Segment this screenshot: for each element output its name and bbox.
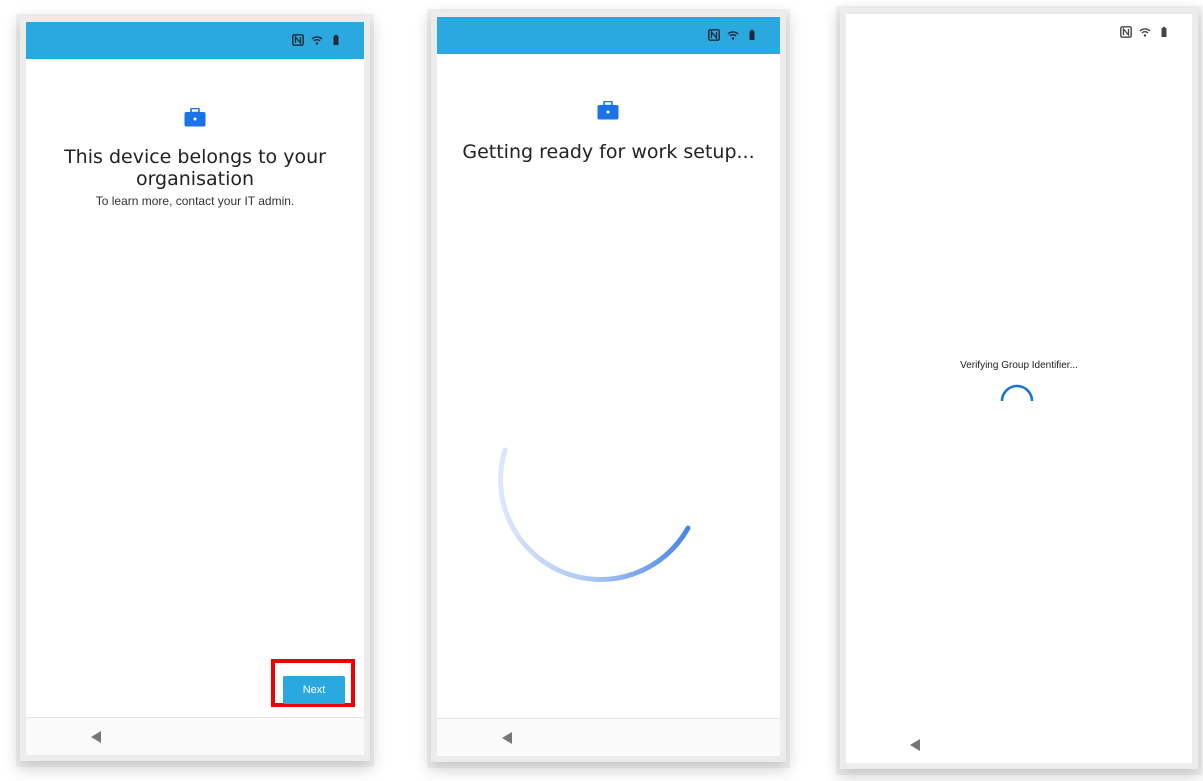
battery-icon [333, 34, 339, 45]
battery-icon [749, 29, 755, 40]
back-icon[interactable] [502, 732, 512, 744]
nfc-icon [292, 34, 304, 46]
page-title: Getting ready for work setup... [462, 141, 755, 163]
nfc-icon [1120, 26, 1132, 38]
small-loading-spinner [1000, 384, 1034, 402]
briefcase-icon [184, 108, 206, 127]
screen-getting-ready: Getting ready for work setup... [437, 17, 780, 756]
status-icons [292, 34, 342, 46]
page-title-line2: organisation [135, 168, 255, 190]
next-button[interactable]: Next [283, 676, 345, 704]
navigation-bar [26, 717, 364, 755]
page-subtitle: To learn more, contact your IT admin. [95, 194, 295, 208]
verifying-message: Verifying Group Identifier... [960, 360, 1078, 371]
loading-spinner [498, 447, 691, 582]
status-bar [437, 17, 780, 54]
navigation-bar [846, 728, 1192, 763]
battery-icon [1161, 26, 1167, 37]
screen-device-belongs: This device belongs to your organisation… [26, 22, 364, 755]
wifi-icon [1139, 28, 1151, 37]
status-bar [846, 14, 1192, 51]
status-icons [1120, 26, 1170, 38]
back-icon[interactable] [910, 739, 920, 751]
wifi-icon [311, 36, 323, 45]
nfc-icon [708, 29, 720, 41]
briefcase-icon [597, 101, 619, 120]
status-bar [26, 22, 364, 59]
navigation-bar [437, 718, 780, 756]
back-icon[interactable] [91, 731, 101, 743]
status-icons [708, 29, 758, 41]
screen-verifying: Verifying Group Identifier... [846, 14, 1192, 763]
page-title-line1: This device belongs to your [64, 146, 326, 168]
wifi-icon [727, 31, 739, 40]
